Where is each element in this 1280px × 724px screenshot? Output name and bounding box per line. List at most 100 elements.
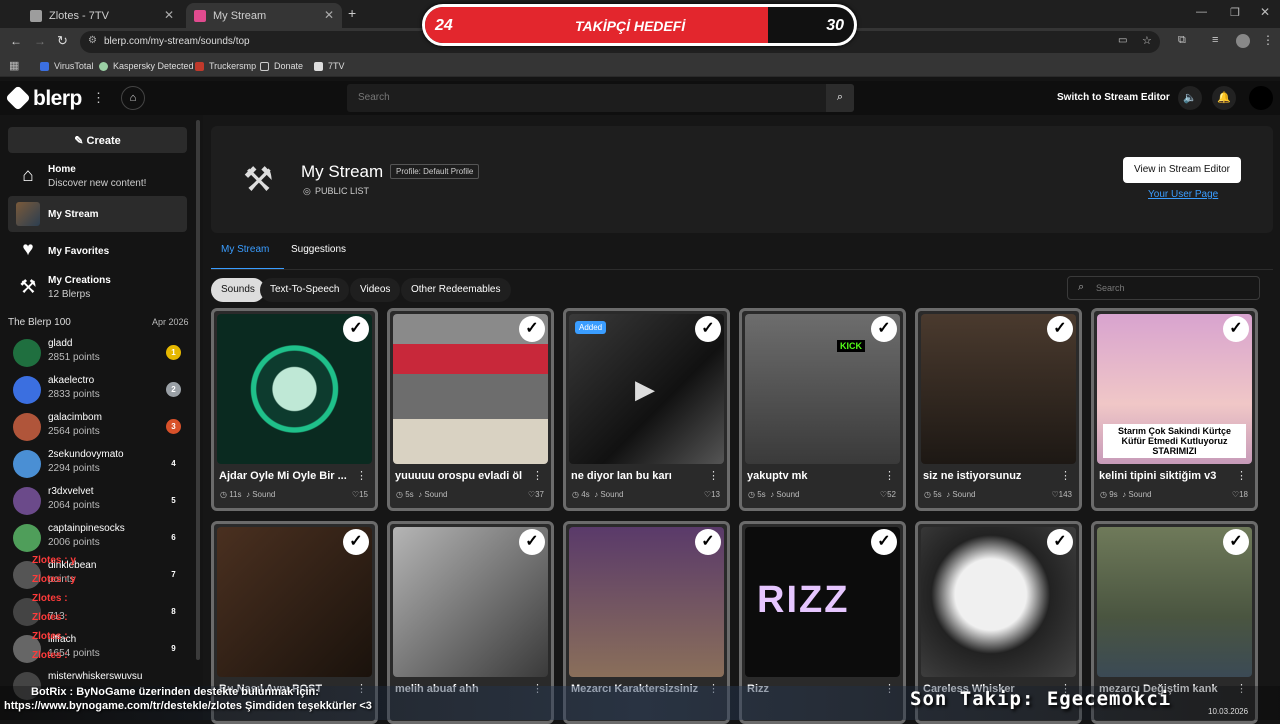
checkmark-icon[interactable]: ✓ bbox=[343, 316, 369, 342]
list-visibility: PUBLIC LIST bbox=[315, 186, 370, 196]
new-tab-button[interactable]: + bbox=[348, 5, 356, 21]
maximize-icon[interactable]: ❐ bbox=[1230, 6, 1240, 19]
more-menu-icon[interactable]: ⋮ bbox=[92, 90, 105, 106]
leaderboard-row[interactable]: galacimbom 2564 points 3 bbox=[0, 409, 190, 445]
card-menu-icon[interactable]: ⋮ bbox=[708, 469, 719, 482]
sound-card[interactable]: KICK ✓ yakuptv mk ⋮ ◷ 5s ♪ Sound ♡52 bbox=[739, 308, 906, 511]
sidebar-item-home[interactable]: ⌂ Home Discover new content! bbox=[8, 159, 187, 195]
checkmark-icon[interactable]: ✓ bbox=[343, 529, 369, 555]
card-menu-icon[interactable]: ⋮ bbox=[532, 469, 543, 482]
search-icon[interactable]: ⌕ bbox=[826, 84, 854, 112]
leaderboard-row[interactable]: captainpinesocks 2006 points 6 bbox=[0, 520, 190, 556]
reload-icon[interactable]: ↻ bbox=[57, 33, 68, 49]
user-avatar[interactable] bbox=[1249, 86, 1273, 110]
checkmark-icon[interactable]: ✓ bbox=[871, 529, 897, 555]
sound-card[interactable]: ✓ yuuuuu orospu evladi öl ⋮ ◷ 5s ♪ Sound ♡37 bbox=[387, 308, 554, 511]
card-menu-icon[interactable]: ⋮ bbox=[1236, 469, 1247, 482]
back-icon[interactable]: ← bbox=[10, 34, 22, 48]
checkmark-icon[interactable]: ✓ bbox=[1047, 316, 1073, 342]
thumbnail-caption: Starım Çok Sakindi Kürtçe Küfür Etmedi K… bbox=[1103, 424, 1246, 458]
home-icon[interactable]: ⌂ bbox=[121, 86, 145, 110]
avatar bbox=[13, 339, 41, 367]
user-page-link[interactable]: Your User Page bbox=[1148, 189, 1218, 200]
chat-line: Zlotes : bbox=[32, 612, 68, 623]
card-menu-icon[interactable]: ⋮ bbox=[884, 469, 895, 482]
cast-icon[interactable]: ▭ bbox=[1118, 35, 1127, 46]
create-button[interactable]: ✎ Create bbox=[8, 127, 187, 153]
card-menu-icon[interactable]: ⋮ bbox=[356, 469, 367, 482]
forward-icon[interactable]: → bbox=[34, 34, 46, 48]
minimize-icon[interactable]: — bbox=[1196, 6, 1207, 18]
sound-title: siz ne istiyorsunuz bbox=[923, 470, 1022, 482]
sound-card[interactable]: Starım Çok Sakindi Kürtçe Küfür Etmedi K… bbox=[1091, 308, 1258, 511]
notification-bell-icon[interactable]: 🔔 bbox=[1212, 86, 1236, 110]
blerp-logo[interactable]: blerp bbox=[5, 85, 82, 111]
sidebar-item-creations[interactable]: ⚒ My Creations 12 Blerps bbox=[8, 270, 187, 306]
checkmark-icon[interactable]: ✓ bbox=[519, 529, 545, 555]
rank-badge: 6 bbox=[171, 533, 176, 542]
card-menu-icon[interactable]: ⋮ bbox=[1060, 469, 1071, 482]
volume-icon[interactable]: 🔈 bbox=[1178, 86, 1202, 110]
checkmark-icon[interactable]: ✓ bbox=[519, 316, 545, 342]
hammer-icon: ⚒ bbox=[19, 277, 37, 298]
filter-sounds[interactable]: Sounds bbox=[211, 278, 265, 302]
botrix-ticker: BotRix : ByNoGame üzerinden destekte bul… bbox=[31, 686, 319, 698]
rank-badge: 3 bbox=[166, 419, 181, 434]
sidebar-item-my-stream[interactable]: My Stream bbox=[8, 196, 187, 232]
sounds-search-input[interactable]: ⌕ Search bbox=[1067, 276, 1260, 300]
leaderboard-row[interactable]: gladd 2851 points 1 bbox=[0, 335, 190, 371]
goal-target: 30 bbox=[826, 17, 844, 34]
tab-my-stream[interactable]: My Stream bbox=[221, 244, 269, 255]
window-close-icon[interactable]: ✕ bbox=[1260, 5, 1270, 19]
filter-videos[interactable]: Videos bbox=[350, 278, 401, 302]
filter-text-to-speech[interactable]: Text-To-Speech bbox=[260, 278, 350, 302]
view-in-stream-editor-button[interactable]: View in Stream Editor bbox=[1123, 157, 1241, 183]
sound-title: kelini tipini siktiğim v3 bbox=[1099, 470, 1217, 482]
donation-ticker: https://www.bynogame.com/tr/destekle/zlo… bbox=[4, 700, 372, 712]
chat-line: Zlotes : bbox=[32, 650, 68, 661]
sound-card[interactable]: ✓ Ajdar Oyle Mi Oyle Bir ... ⋮ ◷ 11s ♪ Soun… bbox=[211, 308, 378, 511]
bookmark-star-icon[interactable]: ☆ bbox=[1142, 34, 1152, 47]
sidebar-item-favorites[interactable]: ♥ My Favorites bbox=[8, 233, 187, 269]
tab-suggestions[interactable]: Suggestions bbox=[291, 244, 346, 255]
bookmark-virustotal[interactable]: VirusTotal bbox=[40, 61, 93, 71]
chat-line: Zlotes : bbox=[32, 631, 68, 642]
browser-tab-my-stream[interactable]: My Stream ✕ bbox=[186, 3, 342, 28]
filter-other-redeemables[interactable]: Other Redeemables bbox=[401, 278, 511, 302]
clock-icon: ◷ bbox=[748, 490, 758, 499]
browser-tab-7tv[interactable]: Zlotes - 7TV ✕ bbox=[22, 3, 182, 28]
checkmark-icon[interactable]: ✓ bbox=[871, 316, 897, 342]
sidebar-scrollbar[interactable] bbox=[196, 120, 200, 660]
sound-card[interactable]: ✓ siz ne istiyorsunuz ⋮ ◷ 5s ♪ Sound ♡143 bbox=[915, 308, 1082, 511]
profile-avatar[interactable] bbox=[1236, 34, 1250, 48]
leaderboard-row[interactable]: akaelectro 2833 points 2 bbox=[0, 372, 190, 408]
checkmark-icon[interactable]: ✓ bbox=[695, 529, 721, 555]
goal-label: TAKİPÇİ HEDEFİ bbox=[575, 18, 686, 34]
top-search-input[interactable]: Search bbox=[347, 84, 854, 112]
blerp-logo-icon bbox=[5, 85, 31, 111]
bookmark-donate[interactable]: Donate bbox=[260, 61, 303, 71]
switch-to-stream-editor-button[interactable]: Switch to Stream Editor bbox=[1057, 92, 1170, 103]
reading-list-icon[interactable]: ≡ bbox=[1212, 34, 1218, 46]
close-icon[interactable]: ✕ bbox=[324, 8, 334, 22]
chrome-menu-icon[interactable]: ⋮ bbox=[1262, 33, 1274, 47]
play-icon[interactable]: ▶ bbox=[635, 374, 655, 405]
bookmark-7tv[interactable]: 7TV bbox=[314, 61, 345, 71]
leaderboard-row[interactable]: r3dxvelvet 2064 points 5 bbox=[0, 483, 190, 519]
close-icon[interactable]: ✕ bbox=[164, 8, 174, 22]
extensions-icon[interactable]: ⧉ bbox=[1178, 34, 1186, 47]
checkmark-icon[interactable]: ✓ bbox=[1223, 316, 1249, 342]
checkmark-icon[interactable]: ✓ bbox=[695, 316, 721, 342]
sound-title: yuuuuu orospu evladi öl bbox=[395, 470, 523, 482]
sound-card[interactable]: ▶ Added ✓ ne diyor lan bu karı ⋮ ◷ 4s ♪ Sound… bbox=[563, 308, 730, 511]
leaderboard-points: 2064 points bbox=[48, 500, 100, 511]
checkmark-icon[interactable]: ✓ bbox=[1047, 529, 1073, 555]
leaderboard-row[interactable]: 2sekundovymato 2294 points 4 bbox=[0, 446, 190, 482]
bookmark-kaspersky[interactable]: Kaspersky Detected bbox=[99, 61, 194, 71]
site-info-icon[interactable]: ⚙ bbox=[88, 35, 97, 46]
bookmark-truckersmp[interactable]: Truckersmp bbox=[195, 61, 256, 71]
hammer-icon: ⚒ bbox=[243, 161, 274, 199]
checkmark-icon[interactable]: ✓ bbox=[1223, 529, 1249, 555]
apps-grid-icon[interactable]: ▦ bbox=[9, 59, 19, 72]
leaderboard-points: 2006 points bbox=[48, 537, 100, 548]
